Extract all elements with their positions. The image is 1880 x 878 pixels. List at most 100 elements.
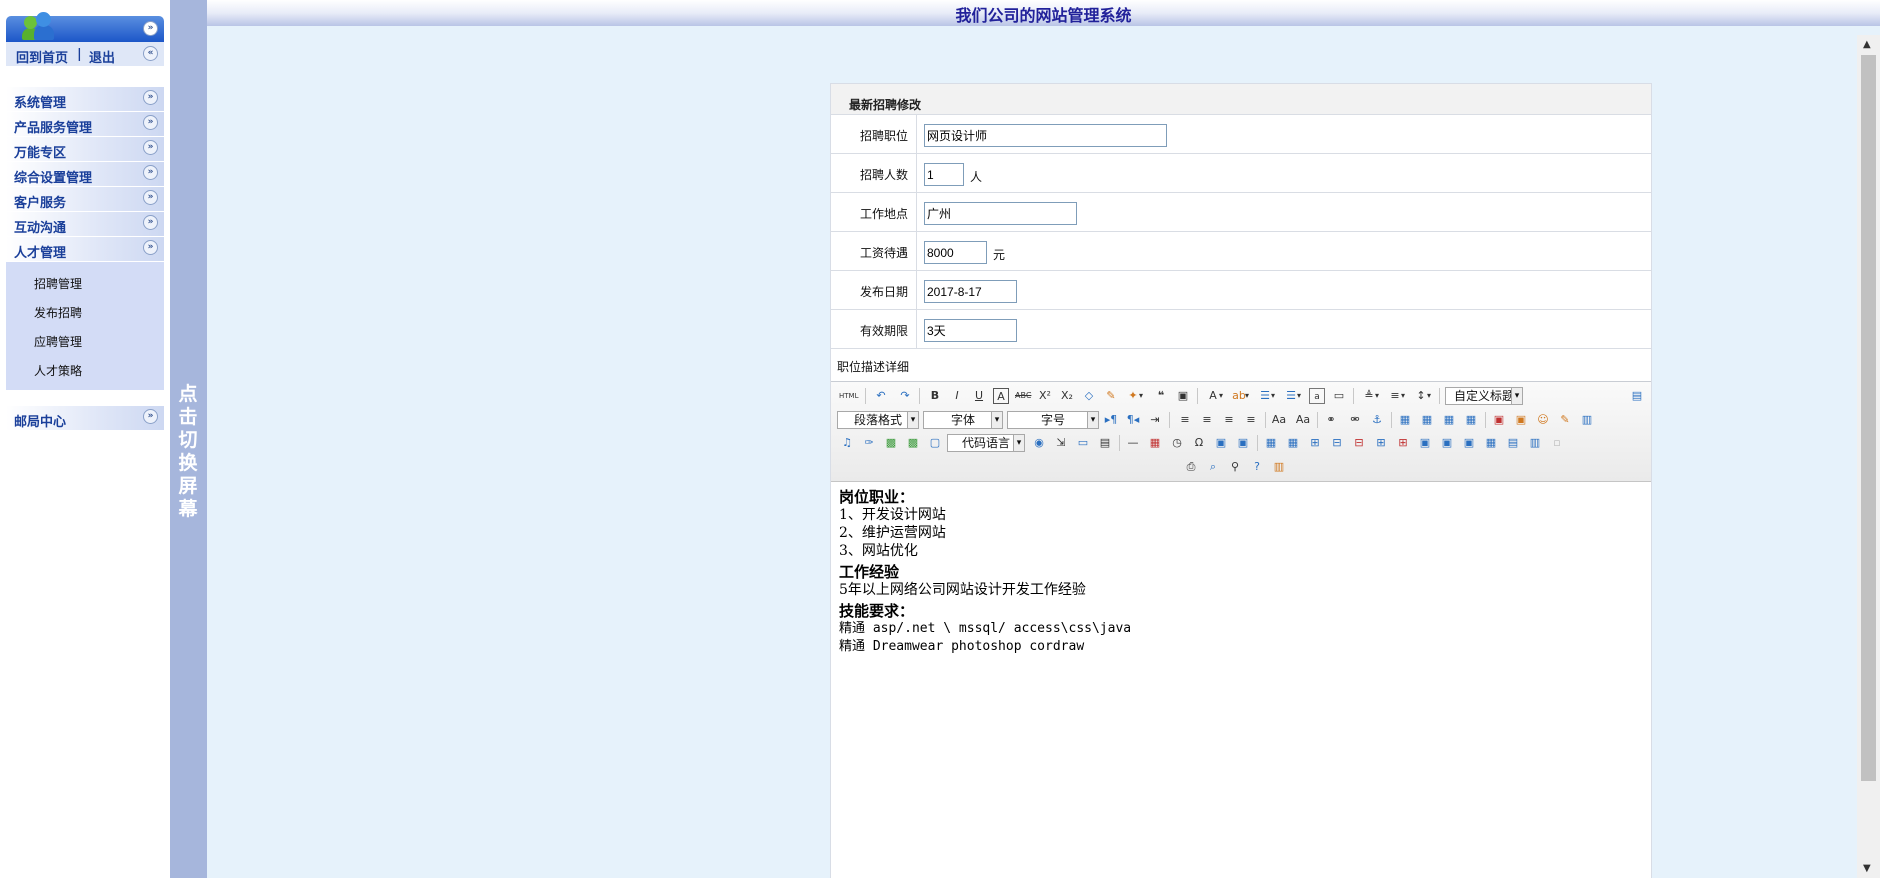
paste-plain-icon[interactable]: ▣	[1175, 388, 1191, 404]
map-icon[interactable]: ▩	[883, 435, 899, 451]
delete-row-icon[interactable]: ⊟	[1351, 435, 1367, 451]
line-height-icon[interactable]: ↕	[1413, 388, 1431, 404]
scrawl-icon[interactable]: ✎	[1557, 412, 1573, 428]
row-spacing-top-icon[interactable]: ≜	[1361, 388, 1379, 404]
preview-icon[interactable]: ⌕	[1205, 459, 1221, 475]
image-none-icon[interactable]: ▦	[1397, 412, 1413, 428]
collapse-all-icon[interactable]: »	[143, 21, 158, 36]
row-spacing-bottom-icon[interactable]: ≡	[1387, 388, 1405, 404]
menu-mailbox[interactable]: 邮局中心 »	[6, 406, 164, 430]
vertical-scrollbar[interactable]: ▲ ▼	[1857, 35, 1880, 878]
drafts-icon[interactable]: ▥	[1271, 459, 1287, 475]
save-icon[interactable]: ▥	[1579, 412, 1595, 428]
background-icon[interactable]: ▤	[1097, 435, 1113, 451]
font-size-select[interactable]: 字号	[1007, 411, 1099, 429]
chevron-down-icon[interactable]: »	[143, 190, 158, 205]
font-family-select[interactable]: 字体	[923, 411, 1003, 429]
location-input[interactable]	[924, 202, 1077, 225]
image-left-icon[interactable]: ▦	[1419, 412, 1435, 428]
music-icon[interactable]: ♫	[839, 435, 855, 451]
code-language-select[interactable]: 代码语言	[947, 434, 1025, 452]
attachment-icon[interactable]: ✑	[861, 435, 877, 451]
underline-icon[interactable]: U	[971, 388, 987, 404]
lowercase-icon[interactable]: Aa	[1295, 412, 1311, 428]
search-replace-icon[interactable]: ⚲	[1227, 459, 1243, 475]
delete-col-icon[interactable]: ⊞	[1395, 435, 1411, 451]
link-icon[interactable]: ⚭	[1323, 412, 1339, 428]
indent-icon[interactable]: ⇥	[1147, 412, 1163, 428]
align-left-icon[interactable]: ≡	[1177, 412, 1193, 428]
scroll-down-icon[interactable]: ▼	[1863, 863, 1871, 874]
print-icon[interactable]: ⎙	[1183, 459, 1199, 475]
menu-universal[interactable]: 万能专区 »	[6, 137, 164, 161]
help-icon[interactable]: ?	[1249, 459, 1265, 475]
ordered-list-icon[interactable]: ☰	[1257, 388, 1275, 404]
google-map-icon[interactable]: ▩	[905, 435, 921, 451]
bold-icon[interactable]: B	[927, 388, 943, 404]
special-chars-icon[interactable]: Ω	[1191, 435, 1207, 451]
fullscreen-icon[interactable]: ▤	[1629, 388, 1645, 404]
custom-title-select[interactable]: 自定义标题	[1445, 387, 1523, 405]
redo-icon[interactable]: ↷	[897, 388, 913, 404]
insert-frame-icon[interactable]: ▢	[927, 435, 943, 451]
insert-paragraph-before-table-icon[interactable]: ⊞	[1307, 435, 1323, 451]
auto-format-icon[interactable]: ✦	[1125, 388, 1143, 404]
chevron-down-icon[interactable]: »	[143, 215, 158, 230]
image-center-icon[interactable]: ▦	[1463, 412, 1479, 428]
horizontal-rule-icon[interactable]: —	[1125, 435, 1141, 451]
insert-row-icon[interactable]: ⊟	[1329, 435, 1345, 451]
chevron-down-icon[interactable]: »	[143, 90, 158, 105]
insert-col-icon[interactable]: ⊞	[1373, 435, 1389, 451]
undo-icon[interactable]: ↶	[873, 388, 889, 404]
paragraph-format-select[interactable]: 段落格式	[837, 411, 919, 429]
split-cols-icon[interactable]: ▥	[1527, 435, 1543, 451]
anchor-icon[interactable]: ⚓	[1369, 412, 1385, 428]
highlight-color-icon[interactable]: ab	[1231, 388, 1249, 404]
table-chart-icon[interactable]: ▫	[1549, 435, 1565, 451]
split-cells-icon[interactable]: ▦	[1483, 435, 1499, 451]
submenu-applicant-manage[interactable]: 应聘管理	[34, 333, 82, 350]
merge-cells-icon[interactable]: ▣	[1417, 435, 1433, 451]
menu-customer[interactable]: 客户服务 »	[6, 187, 164, 211]
scroll-up-icon[interactable]: ▲	[1863, 39, 1871, 50]
wordimage-icon[interactable]: ▣	[1235, 435, 1251, 451]
submenu-talent-strategy[interactable]: 人才策略	[34, 362, 82, 379]
page-break-icon[interactable]: ⇲	[1053, 435, 1069, 451]
insert-table-icon[interactable]: ▦	[1263, 435, 1279, 451]
web-icon[interactable]: ◉	[1031, 435, 1047, 451]
font-color-icon[interactable]: A	[1205, 388, 1223, 404]
chevron-down-icon[interactable]: »	[143, 165, 158, 180]
delete-table-icon[interactable]: ▦	[1285, 435, 1301, 451]
position-input[interactable]	[924, 124, 1167, 147]
submenu-publish-recruit[interactable]: 发布招聘	[34, 304, 82, 321]
image-icon[interactable]: ▣	[1491, 412, 1507, 428]
unordered-list-icon[interactable]: ☰	[1283, 388, 1301, 404]
superscript-icon[interactable]: X²	[1037, 388, 1053, 404]
menu-talent[interactable]: 人才管理 »	[6, 237, 164, 261]
menu-interaction[interactable]: 互动沟通 »	[6, 212, 164, 236]
template-icon[interactable]: ▭	[1075, 435, 1091, 451]
merge-right-icon[interactable]: ▣	[1439, 435, 1455, 451]
editor-content[interactable]: 岗位职业： 1、开发设计网站 2、维护运营网站 3、网站优化 工作经验 5年以上…	[839, 488, 1639, 656]
merge-down-icon[interactable]: ▣	[1461, 435, 1477, 451]
count-input[interactable]	[924, 163, 964, 186]
date-icon[interactable]: ▦	[1147, 435, 1163, 451]
align-justify-icon[interactable]: ≡	[1243, 412, 1259, 428]
emotion-icon[interactable]: ☺	[1535, 412, 1551, 428]
validity-input[interactable]	[924, 319, 1017, 342]
home-link[interactable]: 回到首页	[16, 47, 68, 66]
submenu-recruit-manage[interactable]: 招聘管理	[34, 275, 82, 292]
date-input[interactable]	[924, 280, 1017, 303]
chevron-down-icon[interactable]: »	[143, 409, 158, 424]
italic-icon[interactable]: I	[949, 388, 965, 404]
ltr-icon[interactable]: ▸¶	[1103, 412, 1119, 428]
chevron-down-icon[interactable]: »	[143, 240, 158, 255]
scroll-thumb[interactable]	[1861, 55, 1876, 781]
multi-image-icon[interactable]: ▣	[1513, 412, 1529, 428]
menu-products[interactable]: 产品服务管理 »	[6, 112, 164, 136]
time-icon[interactable]: ◷	[1169, 435, 1185, 451]
menu-system[interactable]: 系统管理 »	[6, 87, 164, 111]
switch-screen-bar[interactable]: 点击切换屏幕	[170, 0, 207, 878]
snapscreen-icon[interactable]: ▣	[1213, 435, 1229, 451]
chevron-down-icon[interactable]: »	[143, 115, 158, 130]
